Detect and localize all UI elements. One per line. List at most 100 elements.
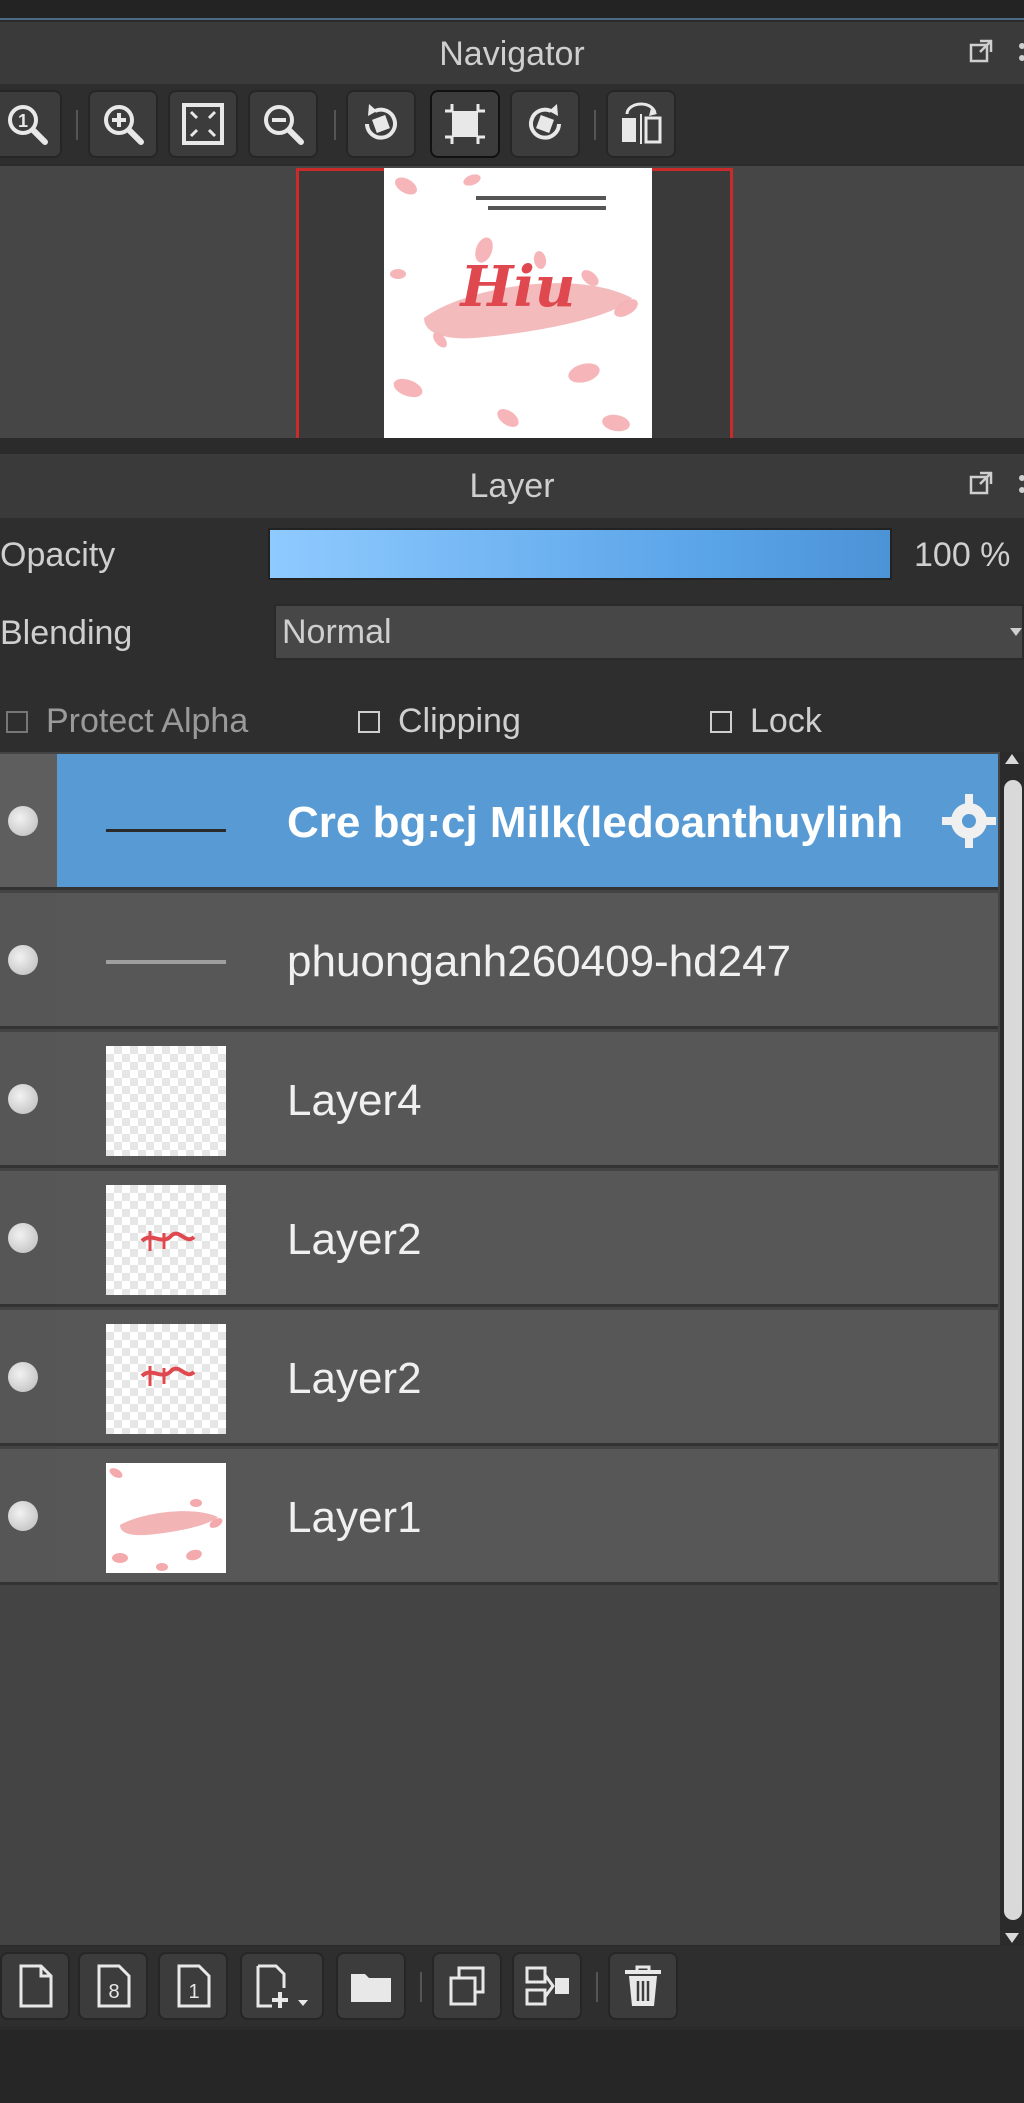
duplicate-layer-button[interactable] [432,1952,502,2020]
toolbar-separator [594,110,596,140]
navigator-panel-header: Navigator [0,22,1024,86]
new-1bit-layer-icon: 1 [177,1964,211,2008]
text-line-thumbnail-icon [106,829,226,832]
lock-label: Lock [750,702,822,740]
toolbar-separator [76,110,78,140]
new-folder-icon [351,1974,391,2002]
svg-text:1: 1 [18,111,28,131]
visibility-dot-icon[interactable] [8,945,38,975]
navigator-canvas-thumbnail: Hiu [384,168,652,438]
rotate-right-icon [529,104,561,140]
merge-down-button[interactable] [512,1952,582,2020]
layer-row[interactable]: Layer2 [0,1310,998,1446]
visibility-dot-icon[interactable] [8,806,38,836]
toolbar-separator [420,1972,422,2002]
blending-select[interactable]: Normal [274,604,1024,660]
scrollbar-thumb[interactable] [1004,780,1022,1920]
layer-name: Layer1 [287,1493,422,1542]
protect-alpha-checkbox[interactable]: Protect Alpha [6,702,248,741]
visibility-toggle[interactable] [0,1310,57,1443]
blending-value: Normal [282,612,392,651]
blending-label: Blending [0,614,133,652]
rotate-left-button[interactable] [346,90,416,158]
layer-thumbnail [106,1324,226,1434]
add-layer-menu-icon [256,1964,308,2008]
opacity-value: 100 % [914,536,1011,574]
duplicate-layer-icon [449,1966,485,2006]
layer-name: Cre bg:cj Milk(ledoanthuylinh [287,798,904,847]
layer-row[interactable]: Layer1 [0,1449,998,1585]
new-layer-button[interactable] [0,1952,70,2020]
new-folder-button[interactable] [336,1952,406,2020]
delete-layer-button[interactable] [608,1952,678,2020]
preview-text: Hiu [459,254,576,320]
layer-row[interactable]: Layer2 [0,1171,998,1307]
panel-grip-icon[interactable] [1016,36,1024,68]
clipping-label: Clipping [398,702,521,740]
zoom-in-button[interactable] [88,90,158,158]
new-8bit-layer-button[interactable]: 8 [78,1952,148,2020]
clipping-checkbox[interactable]: Clipping [358,702,521,741]
text-line-thumbnail-icon [106,960,226,964]
svg-text:1: 1 [188,1981,199,2003]
canvas-artwork: Hiu [390,174,638,432]
layer-thumbnail [106,907,226,1017]
layer-name: Layer2 [287,1354,422,1403]
opacity-slider[interactable] [268,528,892,580]
red-script-thumbnail-icon [140,1231,196,1251]
layer-thumbnail [106,1463,226,1573]
flip-horizontal-button[interactable] [606,90,676,158]
delete-layer-icon [625,1965,661,2006]
zoom-actual-icon: 1 [8,105,48,145]
flip-horizontal-icon [622,102,662,144]
layer-row[interactable]: Layer4 [0,1032,998,1168]
layer-row[interactable]: phuonganh260409-hd247 [0,893,998,1029]
layer-name: phuonganh260409-hd247 [287,937,792,986]
layer-thumbnail [106,1185,226,1295]
popout-icon[interactable] [968,38,994,64]
new-1bit-layer-button[interactable]: 1 [158,1952,228,2020]
new-layer-icon [19,1964,53,2008]
settings-gear-icon[interactable] [940,790,998,852]
svg-text:8: 8 [108,1981,119,2003]
visibility-toggle[interactable] [0,893,57,1026]
visibility-toggle[interactable] [0,754,57,887]
rotate-right-button[interactable] [510,90,580,158]
opacity-label: Opacity [0,536,116,574]
layer-list[interactable]: Cre bg:cj Milk(ledoanthuylinh phuonganh2… [0,752,1000,1945]
new-8bit-layer-icon: 8 [97,1964,131,2008]
reset-view-button[interactable] [430,90,500,158]
layer-panel-title: Layer [469,466,555,505]
window-bottom-strip [0,2030,1024,2103]
visibility-toggle[interactable] [0,1171,57,1304]
protect-alpha-box[interactable] [6,710,28,733]
petals-thumbnail-icon [109,1468,223,1571]
zoom-actual-button[interactable]: 1 [0,90,62,158]
navigator-title: Navigator [439,34,585,73]
visibility-dot-icon[interactable] [8,1084,38,1114]
layer-row[interactable]: Cre bg:cj Milk(ledoanthuylinh [0,754,998,890]
scroll-down-arrow-icon[interactable] [1004,1931,1020,1945]
visibility-toggle[interactable] [0,1032,57,1165]
lock-checkbox[interactable]: Lock [710,702,822,741]
lock-box[interactable] [710,710,732,733]
zoom-in-icon [104,105,144,145]
layer-bottom-toolbar: 8 1 [0,1946,1024,2026]
visibility-dot-icon[interactable] [8,1362,38,1392]
scroll-up-arrow-icon[interactable] [1004,752,1020,766]
add-layer-menu-button[interactable] [240,1952,324,2020]
red-script-thumbnail-icon [140,1366,196,1386]
fit-window-icon [182,103,224,145]
visibility-dot-icon[interactable] [8,1501,38,1531]
chevron-down-icon [1010,628,1022,636]
panel-grip-icon[interactable] [1016,468,1024,500]
fit-window-button[interactable] [168,90,238,158]
visibility-dot-icon[interactable] [8,1223,38,1253]
layer-name: Layer4 [287,1076,422,1125]
clipping-box[interactable] [358,710,380,733]
zoom-out-icon [264,105,304,145]
popout-icon[interactable] [968,470,994,496]
layer-panel-header: Layer [0,454,1024,518]
visibility-toggle[interactable] [0,1449,57,1582]
zoom-out-button[interactable] [248,90,318,158]
